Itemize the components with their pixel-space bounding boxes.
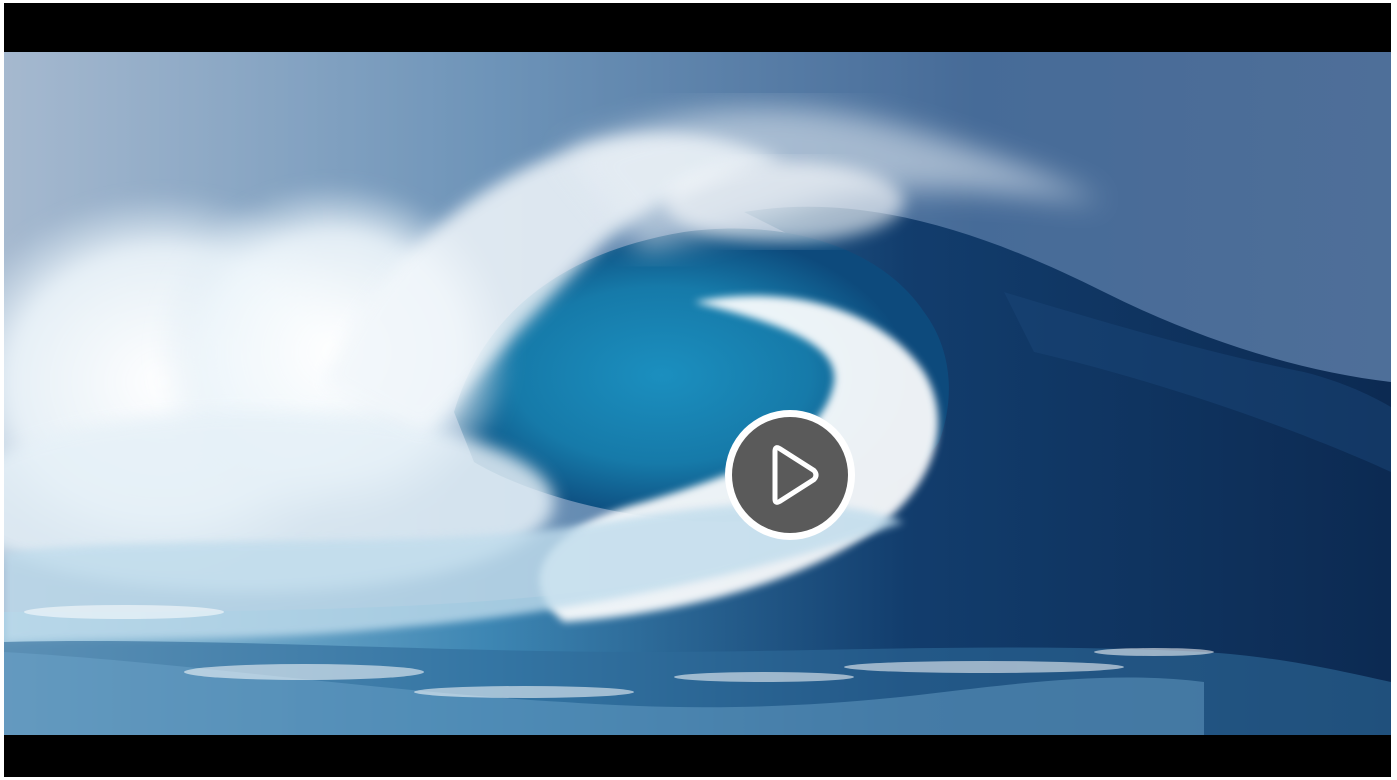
video-thumbnail[interactable] — [4, 52, 1391, 735]
play-button[interactable] — [722, 407, 858, 543]
ocean-wave-image — [4, 52, 1391, 735]
play-icon — [725, 410, 855, 540]
video-player[interactable] — [4, 3, 1391, 777]
